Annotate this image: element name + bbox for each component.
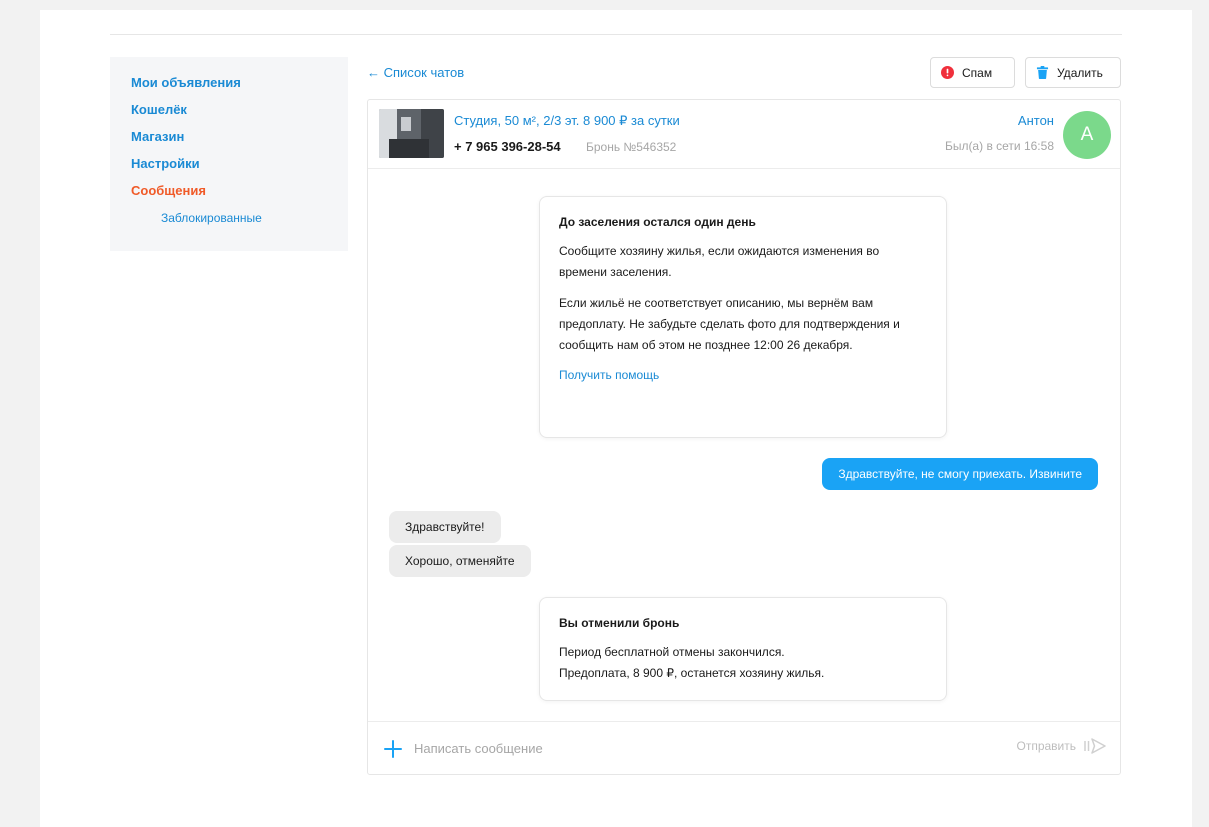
send-button[interactable]: Отправить: [1016, 738, 1106, 754]
sidebar-item-wallet[interactable]: Кошелёк: [131, 101, 348, 128]
sidebar-item-settings[interactable]: Настройки: [131, 155, 348, 182]
spam-button[interactable]: Спам: [930, 57, 1015, 88]
system-message-title: До заселения остался один день: [559, 215, 756, 229]
top-divider: [110, 34, 1122, 35]
user-last-seen: Был(а) в сети 16:58: [944, 139, 1054, 153]
sidebar-item-shop[interactable]: Магазин: [131, 128, 348, 155]
back-to-chats-link[interactable]: ← Список чатов: [367, 65, 464, 80]
system-message-title: Вы отменили бронь: [559, 616, 680, 630]
trash-icon: [1036, 66, 1049, 79]
system-message-text: Период бесплатной отмены закончился.: [559, 645, 785, 659]
chat-header: Студия, 50 м², 2/3 эт. 8 900 ₽ за сутки …: [368, 100, 1120, 169]
sidebar-subitem-blocked[interactable]: Заблокированные: [131, 209, 348, 227]
send-label: Отправить: [1016, 739, 1076, 753]
delete-label: Удалить: [1057, 65, 1103, 80]
system-message-text: Сообщите хозяину жилья, если ожидаются и…: [559, 244, 880, 279]
booking-number: Бронь №546352: [586, 140, 677, 154]
incoming-message: Хорошо, отменяйте: [389, 545, 531, 577]
sidebar-item-messages[interactable]: Сообщения: [131, 182, 348, 209]
system-message-text: Предоплата, 8 900 ₽, останется хозяину ж…: [559, 666, 825, 680]
listing-title-link[interactable]: Студия, 50 м², 2/3 эт. 8 900 ₽ за сутки: [454, 113, 680, 129]
system-message-card: Вы отменили бронь Период бесплатной отме…: [539, 597, 947, 701]
spam-label: Спам: [962, 65, 993, 80]
incoming-message: Здравствуйте!: [389, 511, 501, 543]
alert-circle-icon: [941, 66, 954, 79]
user-name-link[interactable]: Антон: [1018, 113, 1054, 128]
chat-panel: Студия, 50 м², 2/3 эт. 8 900 ₽ за сутки …: [367, 99, 1121, 775]
outgoing-message: Здравствуйте, не смогу приехать. Извинит…: [822, 458, 1098, 490]
send-icon: [1084, 738, 1106, 754]
delete-button[interactable]: Удалить: [1025, 57, 1121, 88]
message-composer: Отправить: [368, 721, 1120, 774]
phone-number: + 7 965 396-28-54: [454, 139, 561, 154]
page: Мои объявления Кошелёк Магазин Настройки…: [40, 10, 1192, 827]
system-message-card: До заселения остался один день Сообщите …: [539, 196, 947, 438]
message-input[interactable]: [414, 737, 974, 759]
avatar[interactable]: А: [1063, 111, 1111, 159]
get-help-link[interactable]: Получить помощь: [559, 366, 927, 384]
plus-icon[interactable]: [384, 740, 402, 758]
listing-photo-icon: [379, 109, 444, 158]
sidebar-item-my-listings[interactable]: Мои объявления: [131, 74, 348, 101]
system-message-text: Если жильё не соответствует описанию, мы…: [559, 296, 900, 352]
sidebar: Мои объявления Кошелёк Магазин Настройки…: [110, 57, 348, 251]
listing-thumbnail[interactable]: [379, 109, 444, 158]
